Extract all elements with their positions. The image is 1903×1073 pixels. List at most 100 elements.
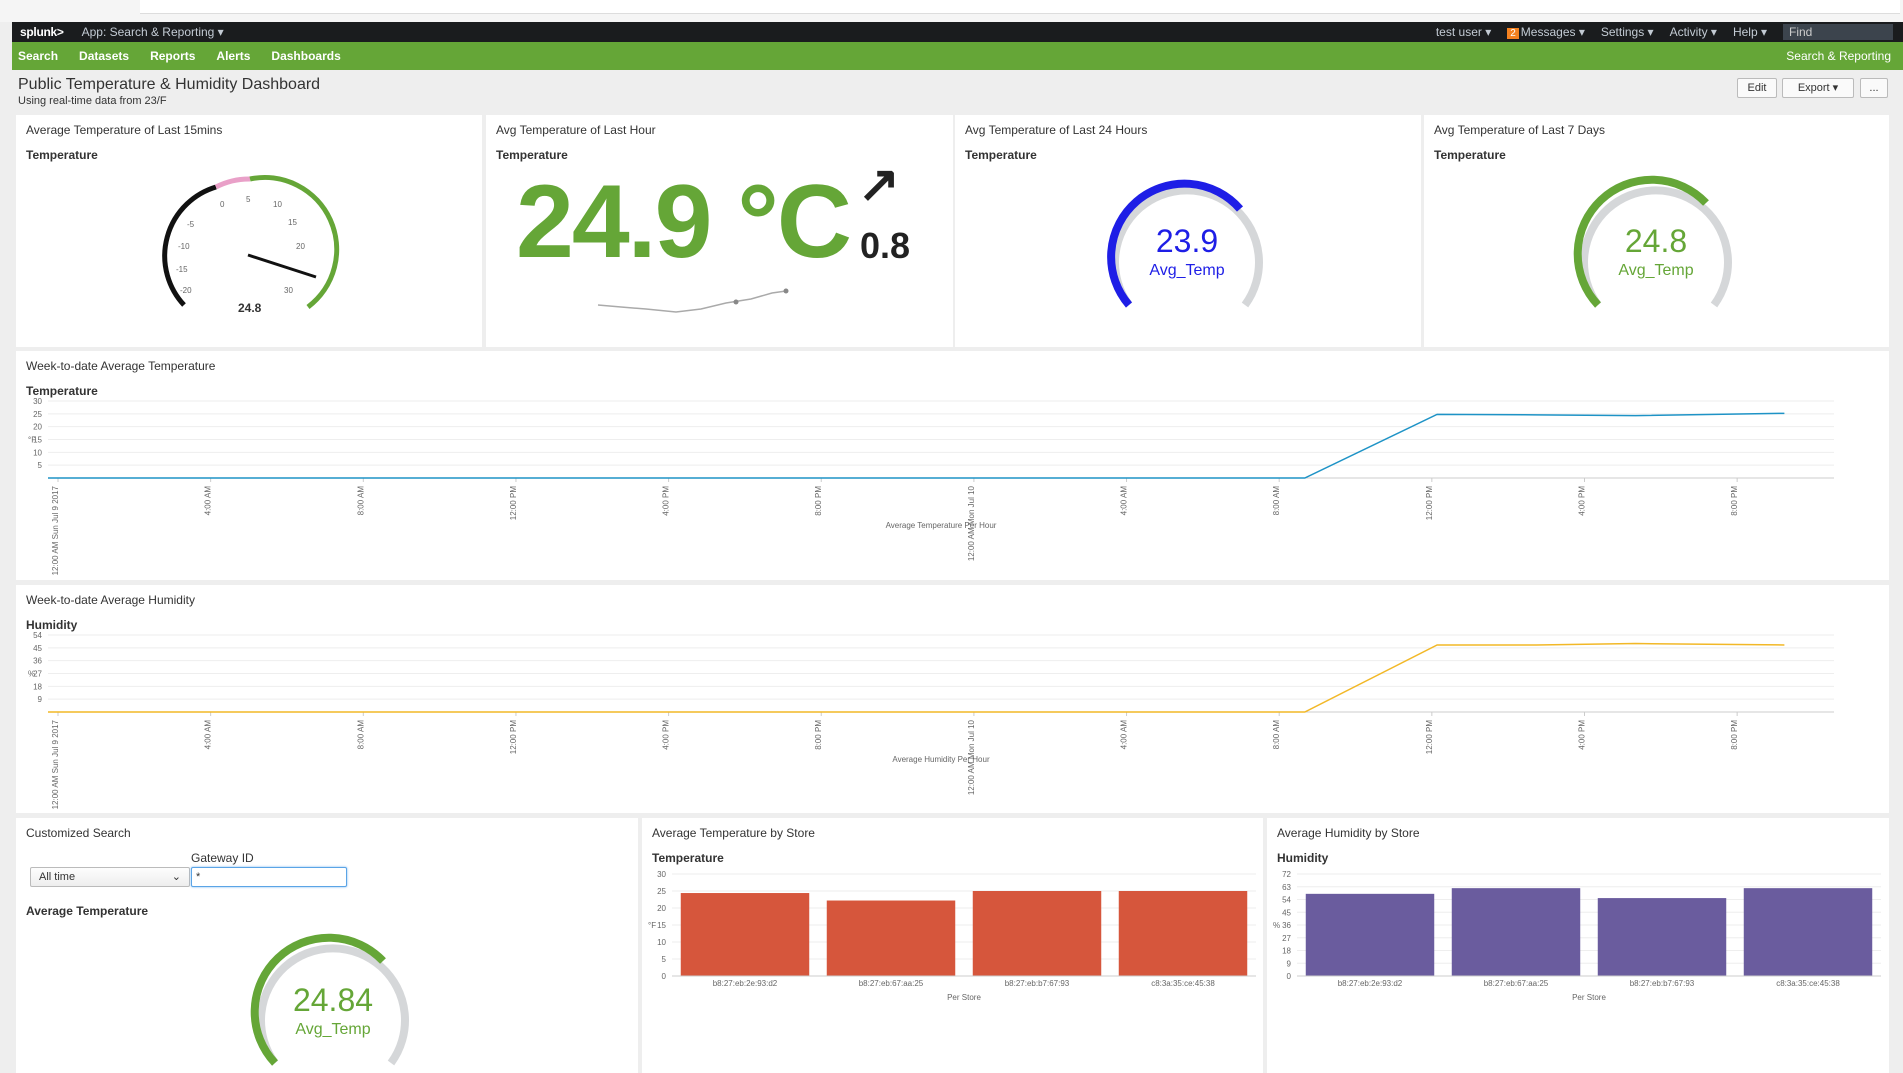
x-tick-label: b8:27:eb:b7:67:93 xyxy=(1005,979,1070,988)
x-tick-label: b8:27:eb:b7:67:93 xyxy=(1630,979,1695,988)
filler-gauge: 24.8 Avg_Temp xyxy=(1573,175,1732,308)
app-name: Search & Reporting xyxy=(1786,49,1891,63)
panel-week-temperature: Week-to-date Average Temperature Tempera… xyxy=(16,351,1889,580)
x-tick-label: b8:27:eb:67:aa:25 xyxy=(859,979,924,988)
x-tick-label: 12:00 PM xyxy=(509,720,518,755)
app-menu[interactable]: App: Search & Reporting ▾ xyxy=(82,25,224,39)
week-humidity-chart: 91827364554%12:00 AM Sun Jul 9 2017 4:00 … xyxy=(28,631,1834,809)
bar xyxy=(972,891,1102,976)
y-tick-label: 27 xyxy=(1282,934,1291,943)
nav-search[interactable]: Search xyxy=(18,49,58,63)
gauge-label: Avg_Temp xyxy=(1618,262,1693,279)
x-tick-label: 4:00 PM xyxy=(662,720,671,750)
dashboard-header: Public Temperature & Humidity Dashboard … xyxy=(12,70,1903,115)
y-tick-label: 15 xyxy=(657,921,666,930)
x-tick-label: 12:00 PM xyxy=(1425,486,1434,521)
bar xyxy=(1118,891,1248,976)
gauge-label: Avg_Temp xyxy=(1149,262,1224,279)
browser-top-strip xyxy=(0,0,1903,22)
x-tick-label: b8:27:eb:2e:93:d2 xyxy=(1338,979,1403,988)
gauge-value: 23.9 xyxy=(1156,223,1218,259)
x-tick-label: 12:00 PM xyxy=(509,486,518,521)
y-tick-label: 54 xyxy=(1282,896,1291,905)
x-tick-label: 12:00 AM Sun Jul 9 2017 xyxy=(51,485,60,575)
y-tick-label: 10 xyxy=(657,938,666,947)
series-line xyxy=(48,412,1785,479)
x-tick-label: 4:00 PM xyxy=(662,486,671,516)
x-tick-label: 4:00 AM xyxy=(204,486,213,516)
panel-customized-search: Customized Search Gateway ID All time ⌄ *… xyxy=(16,818,638,1073)
x-tick-label: c8:3a:35:ce:45:38 xyxy=(1151,979,1215,988)
settings-menu[interactable]: Settings ▾ xyxy=(1601,25,1654,39)
y-tick-label: 72 xyxy=(1282,870,1291,879)
messages-label: Messages ▾ xyxy=(1520,25,1585,39)
gauge-band-green xyxy=(249,174,340,309)
x-tick-label: 8:00 AM xyxy=(1272,720,1281,750)
nav-reports[interactable]: Reports xyxy=(150,49,195,63)
y-axis-label: °F xyxy=(648,921,656,930)
y-tick-label: 5 xyxy=(662,955,667,964)
x-tick-label: 8:00 PM xyxy=(1730,720,1739,750)
x-tick-label: 8:00 AM xyxy=(356,486,365,516)
x-axis-label: Average Humidity Per Hour xyxy=(892,755,990,764)
gauge-tick: 5 xyxy=(246,195,251,204)
x-axis-label: Average Temperature Per Hour xyxy=(886,521,997,530)
y-tick-label: 9 xyxy=(38,695,43,704)
humidity-by-store-chart: 0 9 18 27 36 45 54 63 72% b8:27:eb:2e:93:d2 b8:27:… xyxy=(1273,870,1881,1002)
edit-button[interactable]: Edit xyxy=(1737,78,1777,98)
gauge-tick: 0 xyxy=(220,200,225,209)
app-bar-right: test user ▾ 2 Messages ▾ Settings ▾ Activ… xyxy=(1436,22,1903,42)
nav-alerts[interactable]: Alerts xyxy=(216,49,250,63)
y-tick-label: 54 xyxy=(33,631,42,640)
series-line xyxy=(48,642,1785,713)
x-tick-label: 4:00 PM xyxy=(1577,720,1586,750)
y-axis-label: % xyxy=(28,670,35,679)
messages-menu[interactable]: 2 Messages ▾ xyxy=(1507,25,1585,39)
gauge-ticks: -20 -15 -10 -5 0 5 10 15 20 30 xyxy=(176,195,305,295)
y-axis-label: °F xyxy=(28,436,36,445)
gauge-tick: -15 xyxy=(176,265,188,274)
gauge-tick: 15 xyxy=(288,218,297,227)
messages-badge: 2 xyxy=(1507,28,1519,39)
help-menu[interactable]: Help ▾ xyxy=(1733,25,1767,39)
y-tick-label: 5 xyxy=(38,461,43,470)
x-tick-label: 4:00 AM xyxy=(1120,486,1129,516)
x-tick-label: b8:27:eb:2e:93:d2 xyxy=(713,979,778,988)
x-tick-label: 8:00 PM xyxy=(814,720,823,750)
y-tick-label: 10 xyxy=(33,448,42,457)
export-button[interactable]: Export ▾ xyxy=(1782,78,1854,98)
x-tick-label: 8:00 AM xyxy=(356,720,365,750)
sparkline-line xyxy=(597,290,787,313)
activity-menu[interactable]: Activity ▾ xyxy=(1670,25,1717,39)
nav-datasets[interactable]: Datasets xyxy=(79,49,129,63)
y-tick-label: 0 xyxy=(662,972,667,981)
sparkline-point xyxy=(733,299,739,305)
y-tick-label: 45 xyxy=(33,644,42,653)
dashboard-subtitle: Using real-time data from 23/F xyxy=(18,95,167,107)
nav-dashboards[interactable]: Dashboards xyxy=(271,49,340,63)
y-tick-label: 18 xyxy=(33,682,42,691)
gauge-value: 24.8 xyxy=(1625,223,1687,259)
radial-gauge: -20 -15 -10 -5 0 5 10 15 20 30 24.8 xyxy=(162,174,340,315)
gauge-value: 24.84 xyxy=(293,982,373,1018)
more-button[interactable]: ... xyxy=(1860,78,1888,98)
gauge-tick: -10 xyxy=(178,242,190,251)
y-tick-label: 45 xyxy=(1282,908,1291,917)
panel-last-7-days: Avg Temperature of Last 7 Days Temperatu… xyxy=(1424,115,1889,347)
temperature-by-store-chart: 0 5 10 15 20 25 30 °F b8:27:eb:2e:93:d2 b8:27:eb:… xyxy=(648,870,1256,1002)
x-tick-label: 8:00 PM xyxy=(1730,486,1739,516)
y-tick-label: 20 xyxy=(657,904,666,913)
x-tick-label: 12:00 PM xyxy=(1425,720,1434,755)
bar xyxy=(1597,898,1727,976)
splunk-logo[interactable]: splunk> xyxy=(20,25,64,39)
x-tick-label: 8:00 PM xyxy=(814,486,823,516)
filler-gauge: 23.9 Avg_Temp xyxy=(1107,179,1263,308)
week-temperature-chart: 51015202530°F12:00 AM Sun Jul 9 2017 4:00… xyxy=(28,397,1834,575)
panel-temperature-by-store: Average Temperature by Store Temperature… xyxy=(642,818,1263,1073)
user-menu[interactable]: test user ▾ xyxy=(1436,25,1491,39)
bar xyxy=(1451,888,1581,976)
app-bar: splunk> App: Search & Reporting ▾ test u… xyxy=(12,22,1903,42)
y-tick-label: 30 xyxy=(657,870,666,879)
find-input[interactable]: Find xyxy=(1783,24,1893,40)
gauge-band-pink xyxy=(214,176,251,190)
